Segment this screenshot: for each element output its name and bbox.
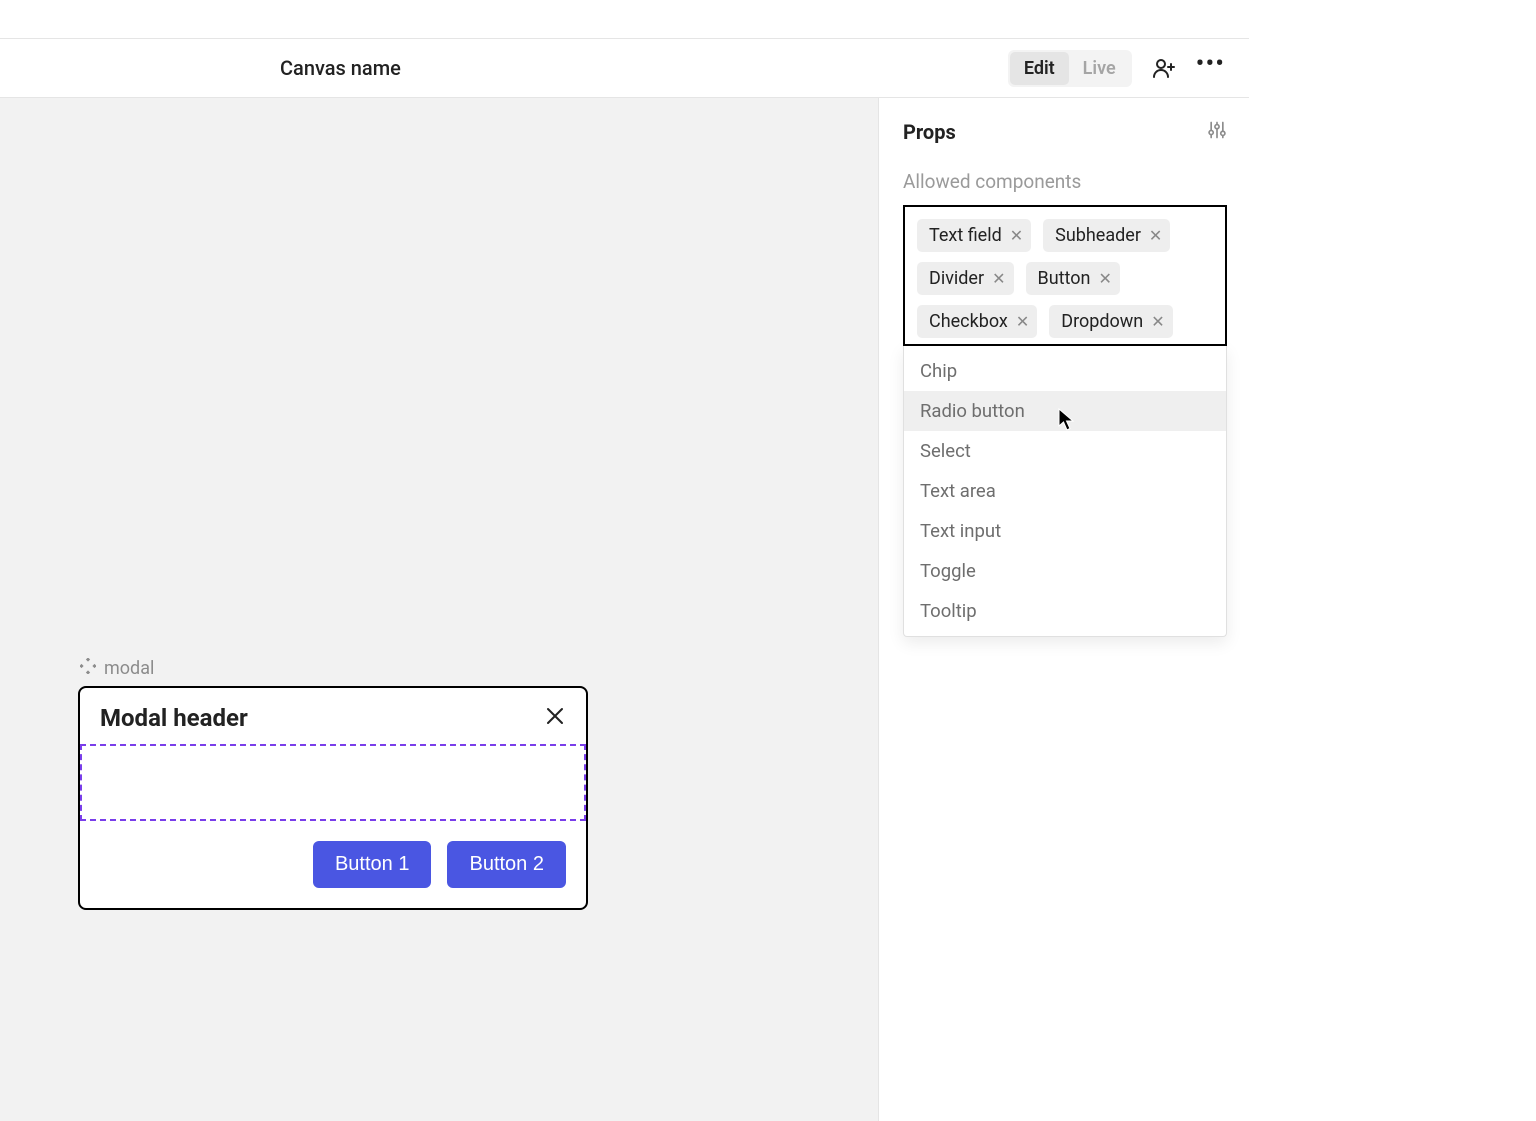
dropdown-option-tooltip[interactable]: Tooltip [904,591,1226,636]
allowed-components-label: Allowed components [903,170,1227,193]
dropdown-option-text-input[interactable]: Text input [904,511,1226,551]
dropdown-option-select[interactable]: Select [904,431,1226,471]
add-user-icon[interactable] [1150,54,1178,82]
chip-remove-icon[interactable]: ✕ [1098,269,1111,288]
toolbar-right: Edit Live ••• [1008,50,1225,87]
chip-checkbox[interactable]: Checkbox ✕ [917,305,1037,338]
modal-header-title: Modal header [100,704,248,732]
mode-toggle: Edit Live [1008,50,1132,87]
props-panel: Props Allowed components Text field ✕ Su… [879,98,1249,637]
chip-dropdown[interactable]: Dropdown ✕ [1049,305,1172,338]
chip-remove-icon[interactable]: ✕ [1151,312,1164,331]
chip-label: Button [1038,268,1091,289]
component-dropdown-list: Chip Radio button Select Text area Text … [903,346,1227,637]
more-icon[interactable]: ••• [1196,51,1225,85]
modal-card[interactable]: Modal header Button 1 Button 2 [78,686,588,910]
sliders-icon[interactable] [1207,120,1227,144]
chip-remove-icon[interactable]: ✕ [1149,226,1162,245]
close-icon[interactable] [546,706,564,731]
canvas-title[interactable]: Canvas name [280,56,401,80]
chip-label: Dropdown [1061,311,1143,332]
chip-label: Subheader [1055,225,1141,246]
chip-remove-icon[interactable]: ✕ [1016,312,1029,331]
dropdown-option-toggle[interactable]: Toggle [904,551,1226,591]
chip-divider[interactable]: Divider ✕ [917,262,1014,295]
dropdown-option-text-area[interactable]: Text area [904,471,1226,511]
modal-header: Modal header [80,688,586,744]
modal-button-2[interactable]: Button 2 [447,841,566,888]
modal-body-slot[interactable] [80,744,586,821]
modal-footer: Button 1 Button 2 [80,821,586,908]
modal-tag[interactable]: modal [80,658,154,679]
chip-label: Text field [929,225,1002,246]
component-icon [80,658,96,679]
modal-tag-label: modal [104,658,154,679]
chip-remove-icon[interactable]: ✕ [992,269,1005,288]
dropdown-option-radio-button[interactable]: Radio button [904,391,1226,431]
chip-button[interactable]: Button ✕ [1026,262,1120,295]
props-title: Props [903,120,956,144]
chip-label: Checkbox [929,311,1008,332]
dropdown-option-chip[interactable]: Chip [904,346,1226,391]
chip-text-field[interactable]: Text field ✕ [917,219,1031,252]
chip-subheader[interactable]: Subheader ✕ [1043,219,1170,252]
allowed-components-input[interactable]: Text field ✕ Subheader ✕ Divider ✕ Butto… [903,205,1227,346]
chip-remove-icon[interactable]: ✕ [1010,226,1023,245]
modal-button-1[interactable]: Button 1 [313,841,432,888]
live-mode-button[interactable]: Live [1069,52,1130,85]
canvas-area[interactable]: modal Modal header Button 1 Button 2 [0,98,879,1121]
toolbar: Canvas name Edit Live ••• [0,39,1249,98]
chip-label: Divider [929,268,984,289]
props-header: Props [903,120,1227,144]
edit-mode-button[interactable]: Edit [1010,52,1069,85]
